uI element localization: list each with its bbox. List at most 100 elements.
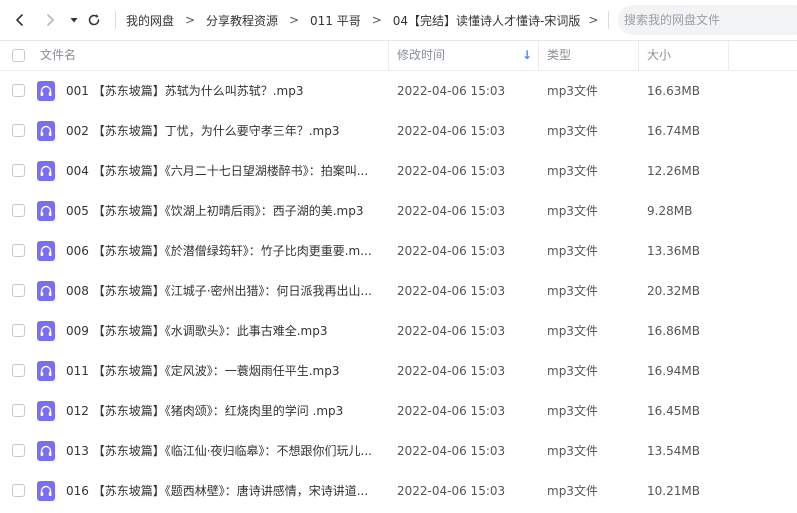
- row-checkbox[interactable]: [12, 324, 25, 337]
- table-header: 文件名 修改时间 ↓ 类型 大小: [0, 41, 797, 70]
- breadcrumb-item[interactable]: 我的网盘: [126, 12, 174, 29]
- breadcrumb-item[interactable]: 011 平哥: [310, 12, 361, 29]
- header-modified-time[interactable]: 修改时间: [397, 41, 445, 70]
- back-button[interactable]: [8, 8, 32, 32]
- file-modified-time: 2022-04-06 15:03: [397, 364, 506, 378]
- header-filename[interactable]: 文件名: [40, 41, 76, 70]
- file-type: mp3文件: [547, 84, 598, 98]
- audio-file-icon: [37, 121, 55, 141]
- file-row[interactable]: 006 【苏东坡篇】《於潜僧绿筠轩》：竹子比肉更重要.m... 2022-04-…: [0, 231, 797, 271]
- file-name[interactable]: 012 【苏东坡篇】《猪肉颂》：红烧肉里的学问 .mp3: [66, 391, 384, 431]
- file-type: mp3文件: [547, 444, 598, 458]
- select-all-checkbox[interactable]: [12, 49, 25, 62]
- file-size: 20.32MB: [647, 284, 700, 298]
- file-row[interactable]: 008 【苏东坡篇】《江城子·密州出猎》：何日派我再出山... 2022-04-…: [0, 271, 797, 311]
- file-name[interactable]: 005 【苏东坡篇】《饮湖上初晴后雨》：西子湖的美.mp3: [66, 191, 384, 231]
- row-checkbox[interactable]: [12, 284, 25, 297]
- file-modified-time: 2022-04-06 15:03: [397, 444, 506, 458]
- breadcrumb-separator: >: [588, 13, 599, 27]
- audio-file-icon: [37, 361, 55, 381]
- row-checkbox[interactable]: [12, 84, 25, 97]
- file-name[interactable]: 006 【苏东坡篇】《於潜僧绿筠轩》：竹子比肉更重要.m...: [66, 231, 384, 271]
- arrow-left-icon: [16, 14, 23, 26]
- file-modified-time: 2022-04-06 15:03: [397, 204, 506, 218]
- arrow-right-icon: [47, 14, 54, 26]
- file-size: 16.86MB: [647, 324, 700, 338]
- row-checkbox[interactable]: [12, 204, 25, 217]
- file-name[interactable]: 016 【苏东坡篇】《题西林壁》：唐诗讲感情，宋诗讲道...: [66, 471, 384, 511]
- file-name[interactable]: 002 【苏东坡篇】丁忧，为什么要守孝三年？.mp3: [66, 111, 384, 151]
- file-row[interactable]: 009 【苏东坡篇】《水调歌头》：此事古难全.mp3 2022-04-06 15…: [0, 311, 797, 351]
- file-name[interactable]: 004 【苏东坡篇】《六月二十七日望湖楼醉书》：拍案叫...: [66, 151, 384, 191]
- file-modified-time: 2022-04-06 15:03: [397, 484, 506, 498]
- caret-down-icon: [70, 18, 78, 23]
- file-size: 10.21MB: [647, 484, 700, 498]
- file-modified-time: 2022-04-06 15:03: [397, 164, 506, 178]
- search-box[interactable]: [618, 5, 797, 35]
- file-type: mp3文件: [547, 284, 598, 298]
- forward-button[interactable]: [38, 8, 62, 32]
- sort-descending-icon[interactable]: ↓: [522, 41, 532, 70]
- file-size: 16.74MB: [647, 124, 700, 138]
- file-modified-time: 2022-04-06 15:03: [397, 284, 506, 298]
- file-row[interactable]: 016 【苏东坡篇】《题西林壁》：唐诗讲感情，宋诗讲道... 2022-04-0…: [0, 471, 797, 511]
- file-row[interactable]: 004 【苏东坡篇】《六月二十七日望湖楼醉书》：拍案叫... 2022-04-0…: [0, 151, 797, 191]
- file-size: 13.36MB: [647, 244, 700, 258]
- file-modified-time: 2022-04-06 15:03: [397, 84, 506, 98]
- file-row[interactable]: 012 【苏东坡篇】《猪肉颂》：红烧肉里的学问 .mp3 2022-04-06 …: [0, 391, 797, 431]
- file-name[interactable]: 001 【苏东坡篇】苏轼为什么叫苏轼？.mp3: [66, 71, 384, 111]
- top-navigation-bar: 我的网盘 > 分享教程资源 > 011 平哥 > 04【完结】读懂诗人才懂诗-宋…: [0, 0, 797, 40]
- file-size: 16.45MB: [647, 404, 700, 418]
- file-size: 9.28MB: [647, 204, 693, 218]
- toolbar-divider: [115, 11, 116, 29]
- row-checkbox[interactable]: [12, 124, 25, 137]
- audio-file-icon: [37, 281, 55, 301]
- breadcrumb-item[interactable]: 分享教程资源: [206, 12, 278, 29]
- file-name[interactable]: 008 【苏东坡篇】《江城子·密州出猎》：何日派我再出山...: [66, 271, 384, 311]
- audio-file-icon: [37, 201, 55, 221]
- refresh-button[interactable]: [82, 8, 106, 32]
- audio-file-icon: [37, 241, 55, 261]
- column-divider[interactable]: [638, 41, 639, 70]
- breadcrumb-divider: [608, 11, 609, 29]
- file-type: mp3文件: [547, 244, 598, 258]
- file-name[interactable]: 009 【苏东坡篇】《水调歌头》：此事古难全.mp3: [66, 311, 384, 351]
- file-row[interactable]: 005 【苏东坡篇】《饮湖上初晴后雨》：西子湖的美.mp3 2022-04-06…: [0, 191, 797, 231]
- audio-file-icon: [37, 441, 55, 461]
- row-checkbox[interactable]: [12, 164, 25, 177]
- row-checkbox[interactable]: [12, 444, 25, 457]
- file-name[interactable]: 011 【苏东坡篇】《定风波》：一蓑烟雨任平生.mp3: [66, 351, 384, 391]
- file-name[interactable]: 013 【苏东坡篇】《临江仙·夜归临皋》：不想跟你们玩儿...: [66, 431, 384, 471]
- row-checkbox[interactable]: [12, 244, 25, 257]
- file-type: mp3文件: [547, 484, 598, 498]
- file-modified-time: 2022-04-06 15:03: [397, 124, 506, 138]
- file-row[interactable]: 001 【苏东坡篇】苏轼为什么叫苏轼？.mp3 2022-04-06 15:03…: [0, 71, 797, 111]
- column-divider[interactable]: [728, 41, 729, 70]
- file-type: mp3文件: [547, 364, 598, 378]
- file-list: 001 【苏东坡篇】苏轼为什么叫苏轼？.mp3 2022-04-06 15:03…: [0, 71, 797, 511]
- column-divider[interactable]: [388, 41, 389, 70]
- audio-file-icon: [37, 321, 55, 341]
- file-row[interactable]: 011 【苏东坡篇】《定风波》：一蓑烟雨任平生.mp3 2022-04-06 1…: [0, 351, 797, 391]
- file-type: mp3文件: [547, 164, 598, 178]
- breadcrumb-separator: >: [371, 13, 382, 27]
- file-modified-time: 2022-04-06 15:03: [397, 324, 506, 338]
- file-row[interactable]: 002 【苏东坡篇】丁忧，为什么要守孝三年？.mp3 2022-04-06 15…: [0, 111, 797, 151]
- header-type[interactable]: 类型: [547, 41, 571, 70]
- file-type: mp3文件: [547, 324, 598, 338]
- row-checkbox[interactable]: [12, 404, 25, 417]
- header-size[interactable]: 大小: [647, 41, 671, 70]
- breadcrumb-separator: >: [289, 13, 300, 27]
- file-modified-time: 2022-04-06 15:03: [397, 244, 506, 258]
- file-size: 13.54MB: [647, 444, 700, 458]
- search-input[interactable]: [624, 13, 794, 27]
- file-size: 16.94MB: [647, 364, 700, 378]
- audio-file-icon: [37, 81, 55, 101]
- row-checkbox[interactable]: [12, 364, 25, 377]
- audio-file-icon: [37, 401, 55, 421]
- file-type: mp3文件: [547, 204, 598, 218]
- file-row[interactable]: 013 【苏东坡篇】《临江仙·夜归临皋》：不想跟你们玩儿... 2022-04-…: [0, 431, 797, 471]
- column-divider[interactable]: [538, 41, 539, 70]
- breadcrumb-current[interactable]: 04【完结】读懂诗人才懂诗-宋词版: [393, 12, 581, 29]
- row-checkbox[interactable]: [12, 484, 25, 497]
